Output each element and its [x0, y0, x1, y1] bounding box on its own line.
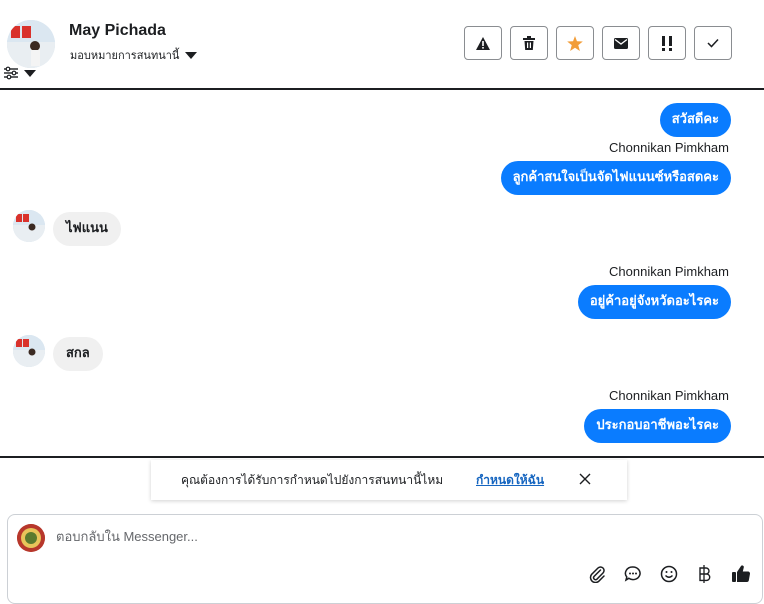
contact-avatar-small [13, 210, 45, 242]
baht-icon [699, 565, 711, 583]
contact-name: May Pichada [69, 22, 166, 39]
chat-bubble-icon [624, 566, 641, 582]
sliders-icon [4, 66, 18, 80]
emoji-button[interactable] [658, 563, 680, 585]
outgoing-message: ประกอบอาชีพอะไรคะ [584, 409, 731, 443]
alert-triangle-icon [476, 36, 490, 50]
trash-icon [523, 36, 535, 50]
notice-text: คุณต้องการได้รับการกำหนดไปยังการสนทนานี้… [181, 473, 444, 487]
star-button[interactable] [556, 26, 594, 60]
outgoing-message: ลูกค้าสนใจเป็นจัดไฟแนนซ์หรือสดคะ [500, 161, 731, 195]
assign-conversation-dropdown[interactable]: มอบหมายการสนทนานี้ [70, 46, 198, 64]
outgoing-message: อยู่ค้าอยู่จังหวัดอะไรคะ [577, 285, 731, 319]
thumbs-up-icon [732, 565, 751, 583]
contact-avatar[interactable] [7, 20, 55, 68]
assign-to-me-link[interactable]: กำหนดให้ฉัน [476, 471, 544, 490]
smiley-icon [660, 565, 678, 583]
envelope-icon [614, 37, 628, 49]
mark-done-button[interactable] [694, 26, 732, 60]
close-icon[interactable] [579, 473, 591, 488]
page-avatar [17, 524, 45, 552]
payment-button[interactable] [694, 563, 716, 585]
filter-button[interactable] [4, 66, 36, 80]
conversation-header: May Pichada มอบหมายการสนทนานี้ [0, 0, 764, 88]
saved-replies-button[interactable] [622, 563, 644, 585]
thread-divider [0, 456, 764, 458]
delete-button[interactable] [510, 26, 548, 60]
chevron-down-icon [185, 51, 198, 59]
message-thread[interactable]: สวัสดีคะ Chonnikan Pimkham ลูกค้าสนใจเป็… [0, 90, 764, 456]
sender-name: Chonnikan Pimkham [609, 140, 729, 155]
incoming-message: ไฟแนน [53, 212, 121, 246]
follow-up-button[interactable] [648, 26, 686, 60]
attach-button[interactable] [586, 563, 608, 585]
assignment-notice: คุณต้องการได้รับการกำหนดไปยังการสนทนานี้… [151, 460, 627, 500]
star-icon [567, 35, 583, 51]
mark-spam-button[interactable] [464, 26, 502, 60]
sender-name: Chonnikan Pimkham [609, 388, 729, 403]
outgoing-message: สวัสดีคะ [659, 103, 731, 137]
mark-unread-button[interactable] [602, 26, 640, 60]
composer-tools [586, 563, 752, 585]
like-button[interactable] [730, 563, 752, 585]
conversation-toolbar [464, 26, 732, 60]
paperclip-icon [589, 566, 605, 583]
incoming-message: สกล [53, 337, 103, 371]
contact-avatar-small [13, 335, 45, 367]
chevron-down-icon [24, 69, 36, 77]
exclamation-icon [662, 35, 672, 51]
reply-input[interactable] [56, 529, 576, 544]
assign-label: มอบหมายการสนทนานี้ [70, 49, 180, 62]
check-icon [707, 38, 719, 48]
sender-name: Chonnikan Pimkham [609, 264, 729, 279]
